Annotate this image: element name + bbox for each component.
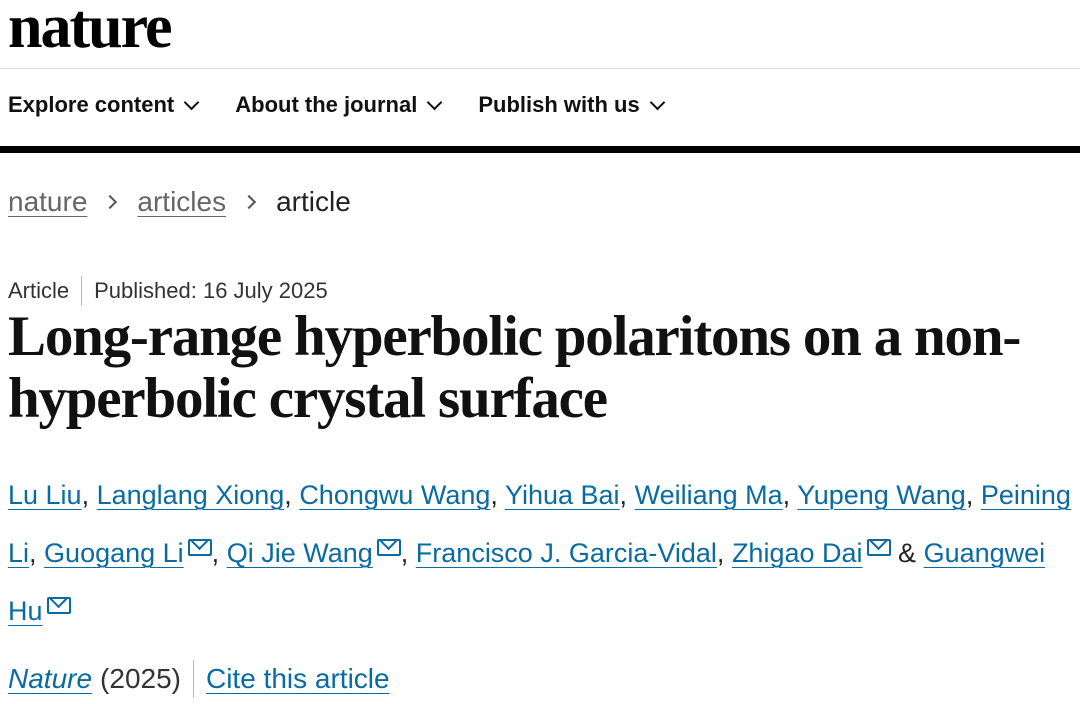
author-separator: , [400, 538, 409, 568]
nav-bottom-rule [0, 146, 1080, 153]
nav-item-label: About the journal [235, 92, 418, 117]
citation-divider [192, 660, 194, 698]
author-link[interactable]: Yihua Bai [505, 480, 620, 510]
nature-logo[interactable]: nature [8, 0, 173, 63]
article-title: Long-range hyperbolic polaritons on a no… [8, 305, 1021, 430]
nav-about-the-journal[interactable]: About the journal [235, 92, 443, 118]
journal-link[interactable]: Nature [8, 663, 92, 695]
author-link[interactable]: Chongwu Wang [299, 480, 490, 510]
author-link[interactable]: Guogang Li [44, 538, 184, 568]
citation-line: Nature (2025) Cite this article [8, 660, 390, 698]
author-link[interactable]: Francisco J. Garcia-Vidal [416, 538, 717, 568]
author-separator: , [619, 480, 628, 510]
author-separator: , [716, 538, 725, 568]
author-link[interactable]: Langlang Xiong [97, 480, 285, 510]
author-final-joiner: & [898, 538, 917, 568]
mail-icon[interactable] [187, 539, 212, 556]
nav-explore-content[interactable]: Explore content [8, 92, 200, 118]
main-nav: Explore content About the journal Publis… [8, 92, 665, 118]
author-link[interactable]: Weiliang Ma [635, 480, 783, 510]
publication-year: (2025) [100, 663, 181, 694]
mail-icon[interactable] [376, 539, 401, 556]
author-list: Lu Liu, Langlang Xiong, Chongwu Wang, Yi… [8, 466, 1074, 640]
chevron-down-icon [427, 94, 443, 110]
nav-publish-with-us[interactable]: Publish with us [478, 92, 665, 118]
publish-date: Published: 16 July 2025 [94, 278, 328, 303]
author-separator: , [29, 538, 37, 568]
breadcrumb: nature articles article [8, 186, 351, 218]
author-separator: , [211, 538, 220, 568]
mail-icon[interactable] [866, 539, 891, 556]
author-link[interactable]: Lu Liu [8, 480, 82, 510]
nav-item-label: Explore content [8, 92, 175, 117]
chevron-down-icon [183, 94, 200, 110]
author-separator: , [490, 480, 498, 510]
chevron-right-icon [242, 194, 257, 210]
author-separator: , [782, 480, 791, 510]
breadcrumb-link-articles[interactable]: articles [137, 186, 226, 218]
author-link[interactable]: Yupeng Wang [797, 480, 966, 510]
chevron-down-icon [649, 94, 665, 110]
header-divider [0, 68, 1080, 69]
meta-divider [81, 276, 83, 306]
article-meta: Article Published: 16 July 2025 [8, 276, 328, 306]
breadcrumb-link-nature[interactable]: nature [8, 186, 87, 218]
nav-item-label: Publish with us [478, 92, 640, 117]
author-separator: , [284, 480, 292, 510]
author-separator: , [965, 480, 974, 510]
breadcrumb-current: article [276, 186, 351, 217]
author-link[interactable]: Zhigao Dai [732, 538, 863, 568]
mail-icon[interactable] [46, 597, 71, 614]
chevron-right-icon [103, 194, 118, 210]
cite-article-link[interactable]: Cite this article [206, 663, 390, 695]
article-type: Article [8, 278, 70, 303]
author-link[interactable]: Qi Jie Wang [227, 538, 373, 568]
author-separator: , [81, 480, 90, 510]
